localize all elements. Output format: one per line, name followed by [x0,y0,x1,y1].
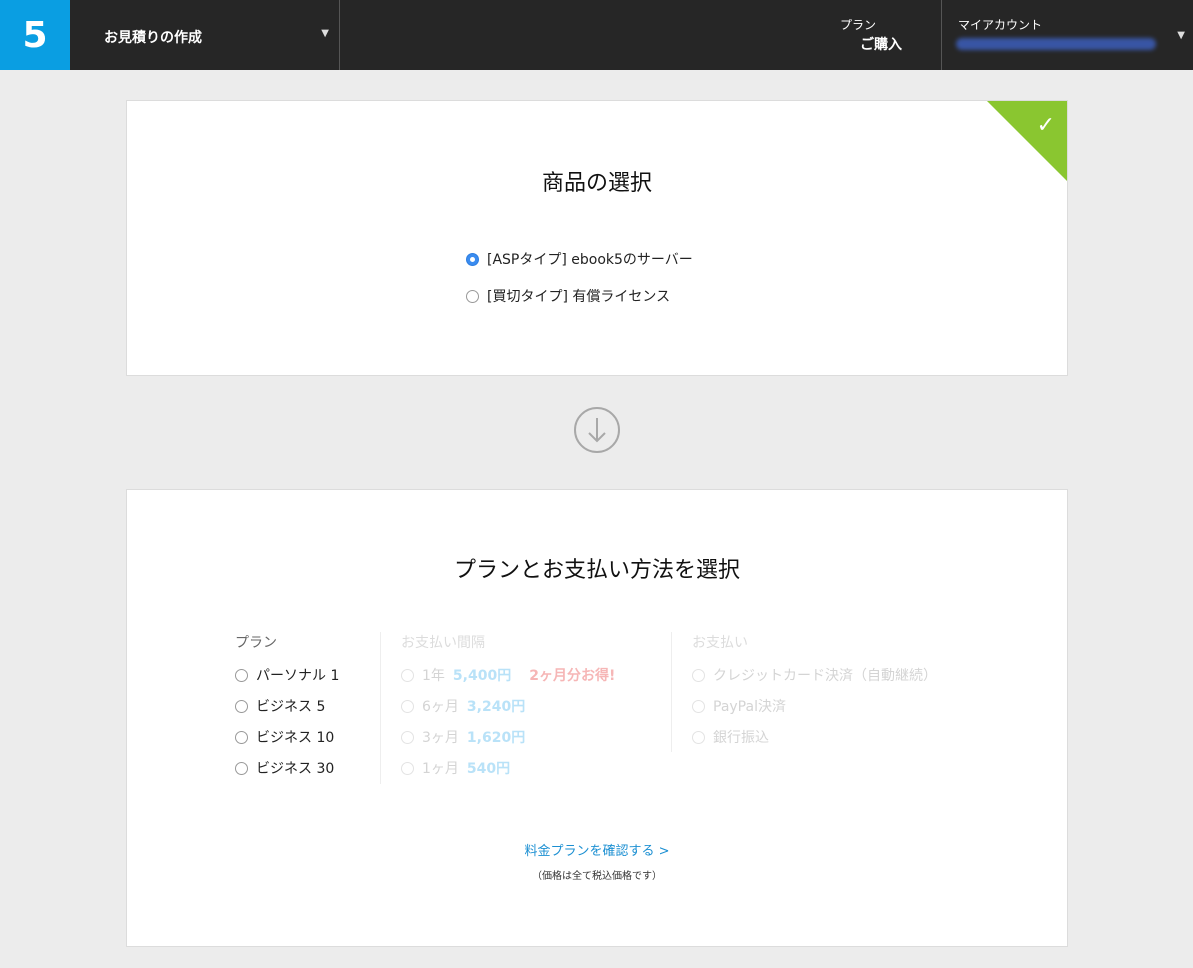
product-option-label: [ASPタイプ] ebook5のサーバー [487,252,693,268]
payment-option-label: クレジットカード決済（自動継続） [713,668,937,684]
radio-disabled-icon[interactable] [692,699,705,713]
plan-option-business-10[interactable]: ビジネス 10 [235,727,334,747]
account-label: マイアカウント [958,18,1043,32]
interval-price: 5,400円 [452,668,512,684]
payment-option-credit-card[interactable]: クレジットカード決済（自動継続） [692,665,937,685]
interval-price: 3,240円 [466,699,526,715]
interval-period: 1ヶ月 [422,761,459,777]
plan-purchase-link[interactable]: プラン ご購入 [826,14,936,58]
payment-option-label: 銀行振込 [713,730,769,746]
payment-option-paypal[interactable]: PayPal決済 [692,696,786,716]
payment-column-heading: お支払い [692,635,748,651]
radio-unselected-icon[interactable] [235,761,248,775]
plan-option-business-30[interactable]: ビジネス 30 [235,758,334,778]
interval-column-heading: お支払い間隔 [401,635,485,651]
plan-option-business-5[interactable]: ビジネス 5 [235,696,325,716]
plan-payment-title: プランとお支払い方法を選択 [453,558,740,583]
radio-disabled-icon[interactable] [692,668,705,682]
product-option-perpetual[interactable]: [買切タイプ] 有償ライセンス [466,286,670,306]
check-pricing-link[interactable]: 料金プランを確認する > [127,840,1067,859]
plan-label: プラン [840,18,877,32]
radio-disabled-icon[interactable] [692,730,705,744]
plan-option-label: ビジネス 30 [256,761,335,777]
interval-option-3m[interactable]: 3ヶ月 1,620円 [401,727,525,747]
column-divider [671,632,672,752]
plan-column-heading: プラン [235,635,277,651]
plan-option-label: ビジネス 5 [256,699,326,715]
purchase-label: ご購入 [860,37,902,53]
radio-unselected-icon[interactable] [235,730,248,744]
interval-price: 540円 [466,761,511,777]
estimate-menu-label: お見積りの作成 [104,30,202,46]
plan-option-label: ビジネス 10 [256,730,335,746]
product-option-asp[interactable]: [ASPタイプ] ebook5のサーバー [466,249,693,269]
estimate-menu[interactable]: お見積りの作成 ▼ [70,0,340,70]
product-option-label: [買切タイプ] 有償ライセンス [487,289,671,305]
radio-unselected-icon[interactable] [235,699,248,713]
interval-period: 1年 [422,668,445,684]
product-selection-title: 商品の選択 [541,171,652,196]
arrow-down-circle-icon [574,407,620,453]
radio-disabled-icon[interactable] [401,699,414,713]
product-selection-card: ✓ 商品の選択 [ASPタイプ] ebook5のサーバー [買切タイプ] 有償ラ… [126,100,1068,376]
radio-unselected-icon[interactable] [235,668,248,682]
payment-option-label: PayPal決済 [713,699,786,715]
top-nav-bar: 5 お見積りの作成 ▼ プラン ご購入 マイアカウント ▼ [0,0,1193,70]
radio-disabled-icon[interactable] [401,730,414,744]
payment-option-bank-transfer[interactable]: 銀行振込 [692,727,769,747]
radio-selected-icon[interactable] [466,252,479,266]
interval-deal-badge: 2ヶ月分お得! [529,668,616,684]
plan-payment-card: プランとお支払い方法を選択 プラン パーソナル 1 ビジネス 5 ビジネス 10… [126,489,1068,947]
tax-included-note: （価格は全て税込価格です） [532,871,662,882]
interval-period: 6ヶ月 [422,699,459,715]
account-menu[interactable]: マイアカウント ▼ [941,0,1193,70]
app-logo[interactable]: 5 [0,0,70,70]
interval-period: 3ヶ月 [422,730,459,746]
interval-option-6m[interactable]: 6ヶ月 3,240円 [401,696,525,716]
interval-option-1y[interactable]: 1年 5,400円 2ヶ月分お得! [401,665,615,685]
account-email-blurred [956,38,1156,50]
caret-down-icon: ▼ [1177,30,1185,41]
radio-disabled-icon[interactable] [401,668,414,682]
column-divider [380,632,381,784]
plan-option-label: パーソナル 1 [256,668,340,684]
plan-option-personal-1[interactable]: パーソナル 1 [235,665,339,685]
caret-down-icon: ▼ [321,28,329,39]
interval-option-1m[interactable]: 1ヶ月 540円 [401,758,510,778]
radio-unselected-icon[interactable] [466,289,479,303]
checkmark-icon: ✓ [1036,113,1055,138]
interval-price: 1,620円 [466,730,526,746]
radio-disabled-icon[interactable] [401,761,414,775]
